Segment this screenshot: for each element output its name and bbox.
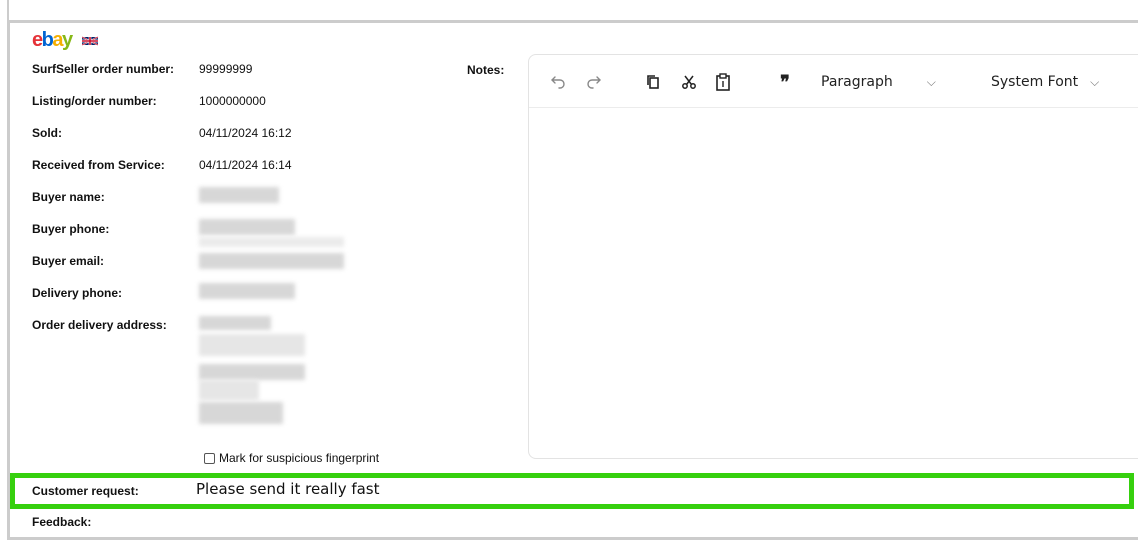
- block-format-value: Paragraph: [821, 74, 893, 90]
- chevron-down-icon: ⌵: [1090, 74, 1100, 89]
- logo-letter-y: y: [61, 29, 73, 51]
- logo-letter-b: b: [41, 29, 54, 51]
- clipboard-icon[interactable]: [713, 72, 733, 92]
- block-format-select[interactable]: Paragraph ⌵: [821, 71, 936, 93]
- logo-letter-e: e: [32, 29, 43, 51]
- font-family-select[interactable]: System Font ⌵: [991, 71, 1099, 93]
- label-delivery-phone: Delivery phone:: [32, 286, 123, 300]
- editor-toolbar: ❞ Paragraph ⌵ System Font ⌵ 1: [529, 55, 1138, 108]
- notes-editor[interactable]: ❞ Paragraph ⌵ System Font ⌵ 1: [528, 54, 1138, 459]
- quote-icon[interactable]: ❞: [775, 72, 795, 93]
- uk-flag-icon: [82, 36, 98, 46]
- value-received-from-service: 04/11/2024 16:14: [199, 158, 292, 172]
- notes-label: Notes:: [467, 63, 505, 77]
- ebay-logo: ebay: [32, 29, 73, 51]
- label-buyer-name: Buyer name:: [32, 190, 105, 204]
- undo-icon[interactable]: [548, 72, 568, 92]
- value-sold: 04/11/2024 16:12: [199, 126, 292, 140]
- scissors-icon[interactable]: [679, 72, 699, 92]
- customer-request-highlight: [10, 473, 1134, 509]
- label-buyer-email: Buyer email:: [32, 254, 105, 268]
- label-buyer-phone: Buyer phone:: [32, 222, 110, 236]
- redo-icon[interactable]: [584, 72, 604, 92]
- logo-letter-a: a: [52, 29, 63, 51]
- customer-request-label: Customer request:: [32, 484, 139, 498]
- label-received-from-service: Received from Service:: [32, 158, 165, 172]
- frame-top-line: [7, 0, 9, 20]
- value-surfseller-order-number: 99999999: [199, 62, 253, 76]
- font-family-value: System Font: [991, 74, 1079, 90]
- feedback-label: Feedback:: [32, 515, 92, 529]
- label-surfseller-order-number: SurfSeller order number:: [32, 62, 175, 76]
- label-sold: Sold:: [32, 126, 62, 140]
- suspicious-fingerprint-row[interactable]: Mark for suspicious fingerprint: [204, 451, 379, 465]
- suspicious-fingerprint-label: Mark for suspicious fingerprint: [219, 451, 380, 465]
- suspicious-fingerprint-checkbox[interactable]: [204, 452, 215, 464]
- chevron-down-icon: ⌵: [926, 74, 936, 89]
- label-listing-order-number: Listing/order number:: [32, 94, 157, 108]
- copy-icon[interactable]: [643, 72, 663, 92]
- value-listing-order-number: 1000000000: [199, 94, 266, 108]
- customer-request-value: Please send it really fast: [196, 480, 380, 498]
- label-order-delivery-address: Order delivery address:: [32, 318, 167, 332]
